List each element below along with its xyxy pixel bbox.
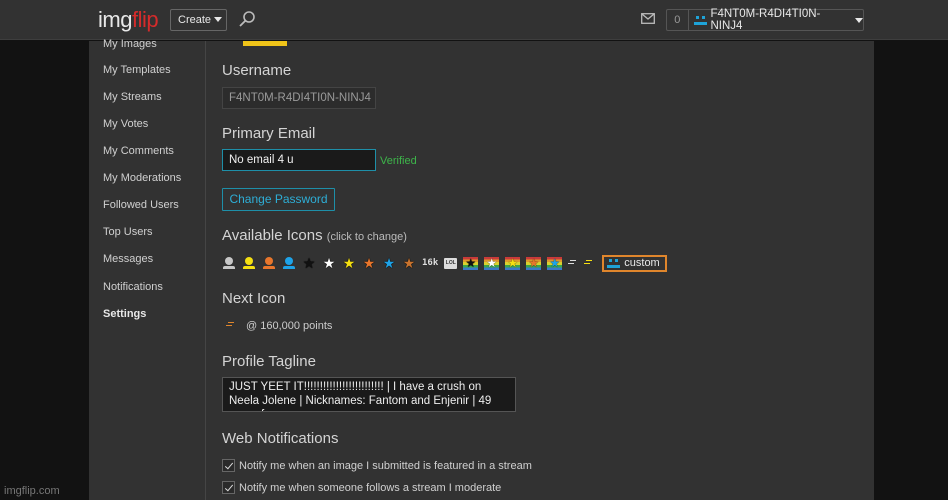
black-star-icon[interactable]: ★ — [302, 256, 316, 270]
settings-page: My Images My Templates My Streams My Vot… — [89, 38, 874, 500]
username-label: F4NT0M-R4DI4TI0N-NINJ4 — [710, 8, 821, 32]
sidebar-item-my-streams[interactable]: My Streams — [103, 91, 162, 103]
top-nav-bar: imgflip Create 0 F4NT0M-R4DI4TI0N-NINJ4 — [0, 0, 948, 40]
custom-user-icon — [607, 258, 621, 268]
user-dropdown-button[interactable]: F4NT0M-R4DI4TI0N-NINJ4 — [689, 8, 863, 32]
notify-featured-label: Notify me when an image I submitted is f… — [239, 459, 532, 472]
checkbox-checked[interactable] — [222, 481, 235, 494]
checkbox-checked[interactable] — [222, 459, 235, 472]
orange-person-icon[interactable] — [262, 256, 276, 270]
lol-bubble-icon[interactable]: LOL — [444, 257, 458, 269]
next-icon-points: @ 160,000 points — [246, 320, 333, 332]
notify-featured-checkbox-row[interactable]: Notify me when an image I submitted is f… — [222, 459, 532, 472]
imgflip-logo[interactable]: imgflip — [98, 7, 159, 33]
orange-star-icon[interactable]: ★ — [362, 256, 376, 270]
imgflip-watermark: imgflip.com — [4, 485, 60, 497]
yellow-streak-icon[interactable] — [584, 256, 594, 270]
16k-icon[interactable]: 16k — [422, 256, 438, 270]
rainbow-yellow-star-icon[interactable]: ★ — [505, 256, 521, 270]
yellow-person-icon[interactable] — [242, 256, 256, 270]
sidebar-item-messages[interactable]: Messages — [103, 253, 153, 265]
blue-person-icon[interactable] — [282, 256, 296, 270]
rainbow-star-icon[interactable]: ★ — [402, 256, 416, 270]
next-icon-heading: Next Icon — [222, 290, 286, 307]
username-field[interactable]: F4NT0M-R4DI4TI0N-NINJ4 — [222, 87, 376, 109]
change-password-button[interactable]: Change Password — [222, 188, 335, 211]
white-streak-icon[interactable] — [568, 256, 578, 270]
blue-star-icon[interactable]: ★ — [382, 256, 396, 270]
mail-icon[interactable] — [641, 13, 655, 24]
tagline-textarea[interactable]: JUST YEET IT!!!!!!!!!!!!!!!!!!!!!!!!! | … — [222, 377, 516, 412]
available-icons-hint: (click to change) — [326, 231, 407, 243]
custom-label: custom — [624, 257, 660, 269]
available-icons-heading: Available Icons (click to change) — [222, 227, 407, 244]
settings-form: Username F4NT0M-R4DI4TI0N-NINJ4 Primary … — [207, 41, 874, 500]
white-star-icon[interactable]: ★ — [322, 256, 336, 270]
caret-down-icon — [855, 17, 863, 23]
user-menu: 0 F4NT0M-R4DI4TI0N-NINJ4 — [666, 8, 864, 32]
yellow-star-icon[interactable]: ★ — [342, 256, 356, 270]
create-label: Create — [178, 14, 212, 26]
rainbow-blue-star-icon[interactable]: ★ — [547, 256, 563, 270]
sidebar-item-my-comments[interactable]: My Comments — [103, 145, 174, 157]
search-icon[interactable] — [238, 10, 256, 28]
rainbow-white-star-icon[interactable]: ★ — [484, 256, 500, 270]
gray-person-icon[interactable] — [222, 256, 236, 270]
username-heading: Username — [222, 62, 292, 79]
web-notifications-heading: Web Notifications — [222, 430, 339, 447]
email-heading: Primary Email — [222, 125, 316, 142]
create-dropdown-button[interactable]: Create — [170, 9, 227, 31]
available-icons-label: Available Icons — [222, 227, 323, 244]
sidebar-item-my-moderations[interactable]: My Moderations — [103, 172, 181, 184]
custom-user-icon — [693, 15, 707, 25]
logo-text-primary: img — [98, 7, 132, 32]
caret-down-icon — [214, 17, 223, 22]
sidebar-item-my-templates[interactable]: My Templates — [103, 64, 171, 76]
logo-text-accent: flip — [131, 7, 159, 32]
notify-follow-label: Notify me when someone follows a stream … — [239, 481, 502, 494]
email-verified-badge: Verified — [380, 155, 417, 167]
sidebar-item-followed-users[interactable]: Followed Users — [103, 199, 179, 211]
rainbow-orange-star-icon[interactable]: ★ — [526, 256, 542, 270]
sidebar: My Images My Templates My Streams My Vot… — [89, 38, 206, 500]
sidebar-item-my-images[interactable]: My Images — [103, 38, 157, 50]
email-field[interactable]: No email 4 u — [222, 149, 376, 171]
rainbow-black-star-icon[interactable]: ★ — [463, 256, 479, 270]
custom-icon-button[interactable]: custom — [602, 254, 667, 272]
highlight-bar — [243, 41, 287, 46]
next-icon-streak-icon — [226, 320, 236, 330]
notify-follow-checkbox-row[interactable]: Notify me when someone follows a stream … — [222, 481, 501, 494]
sidebar-item-my-votes[interactable]: My Votes — [103, 118, 148, 130]
sidebar-item-notifications[interactable]: Notifications — [103, 281, 163, 293]
sidebar-item-settings[interactable]: Settings — [103, 308, 146, 320]
available-icons-list: ★ ★ ★ ★ ★ ★ 16k LOL ★ ★ ★ ★ ★ custom — [222, 254, 667, 272]
sidebar-item-top-users[interactable]: Top Users — [103, 226, 153, 238]
tagline-heading: Profile Tagline — [222, 353, 316, 370]
notification-count[interactable]: 0 — [667, 10, 689, 30]
